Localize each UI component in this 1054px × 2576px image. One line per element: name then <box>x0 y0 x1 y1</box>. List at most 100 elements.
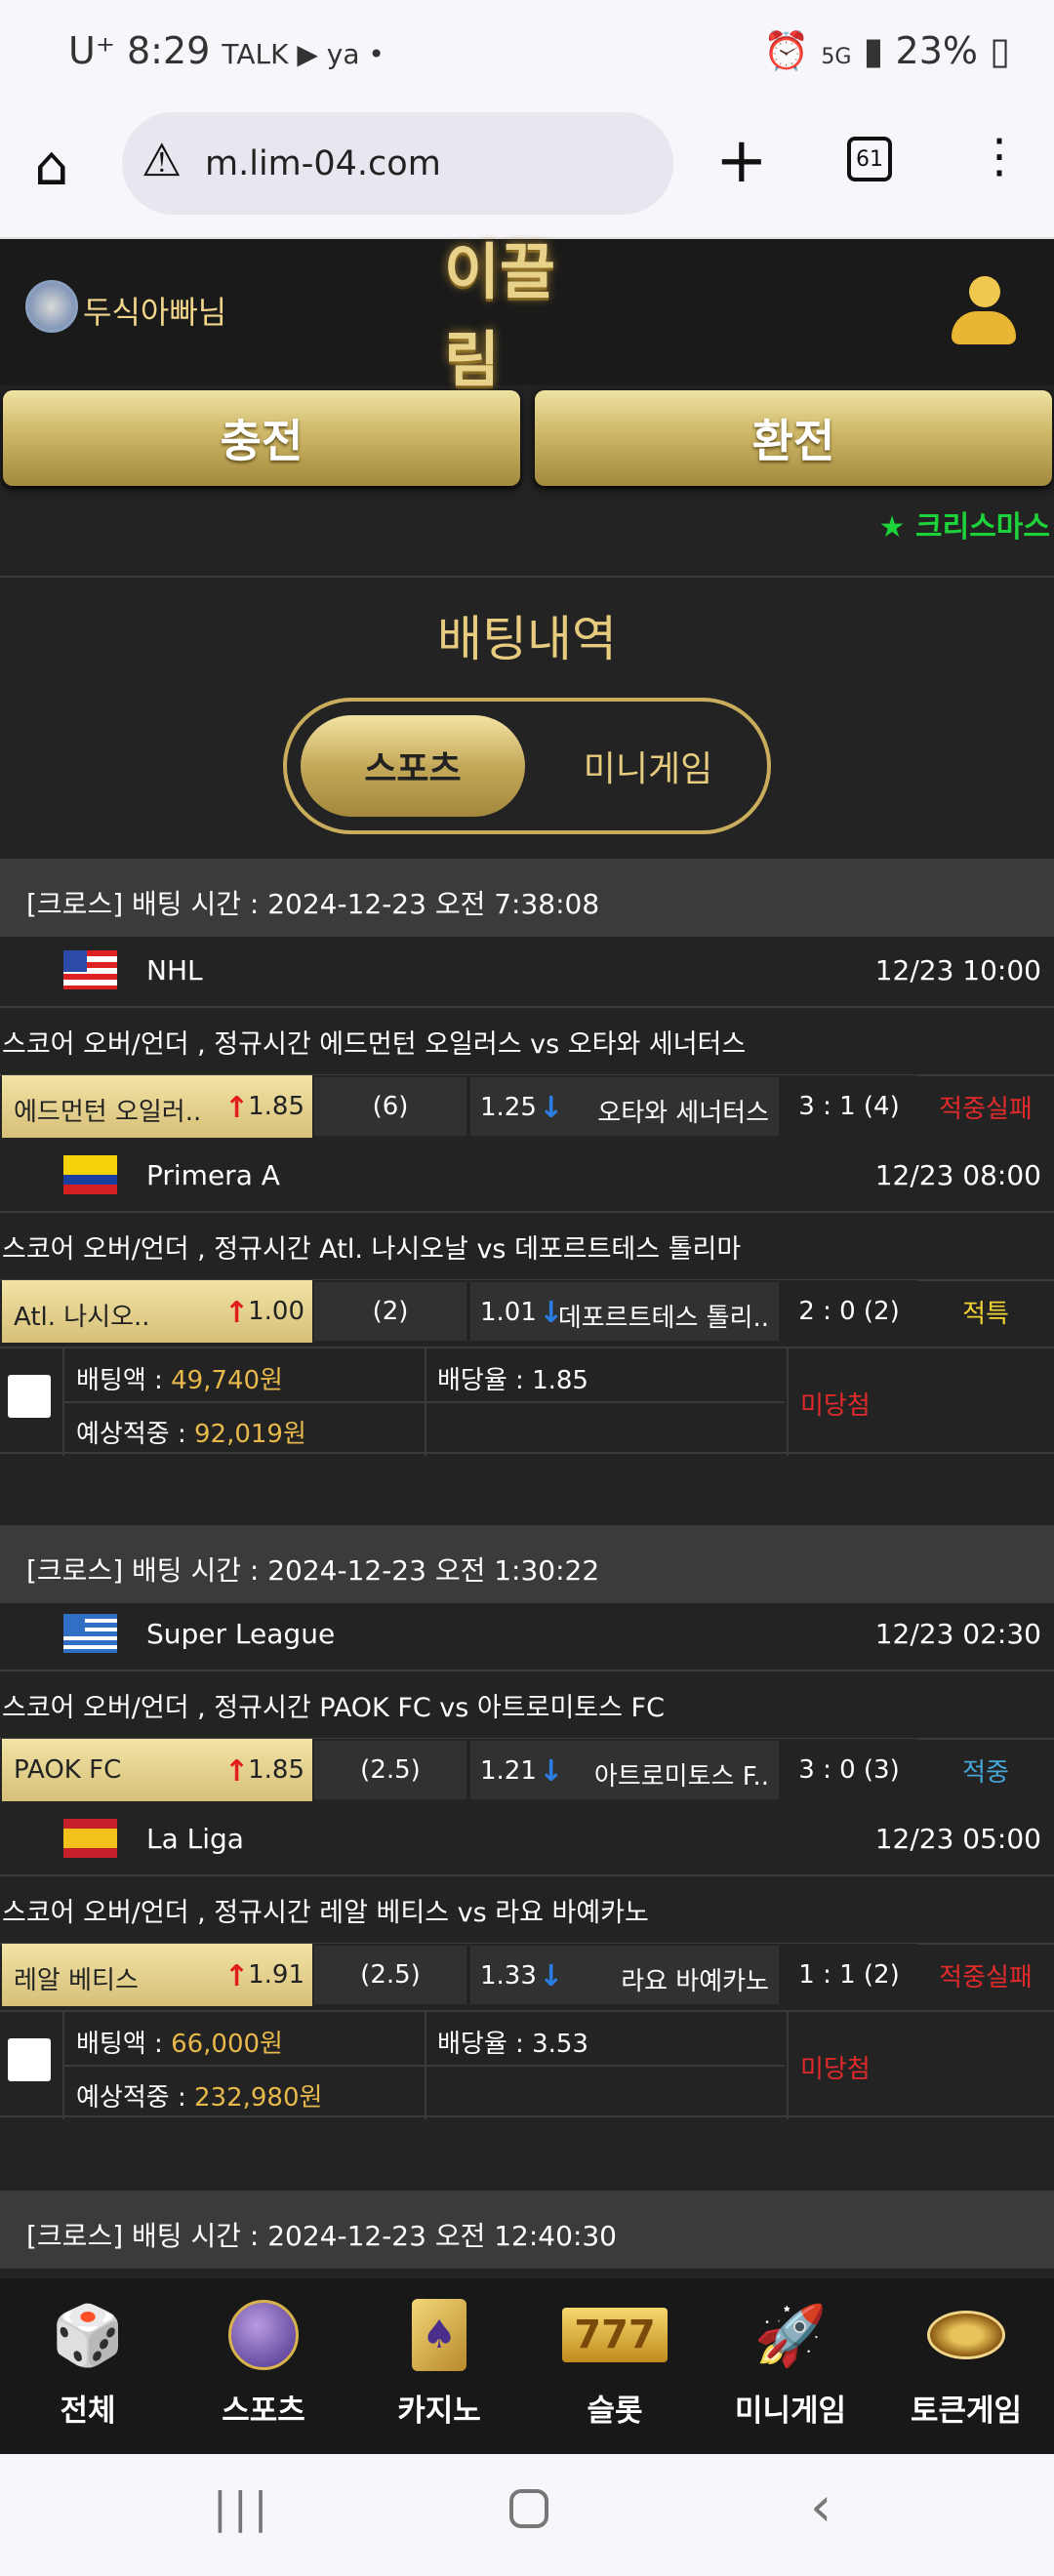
game-date: 12/23 10:00 <box>874 954 1041 986</box>
away-team: 오타와 세너터스 <box>597 1099 769 1128</box>
up-arrow-icon: ↑ <box>223 1959 249 1993</box>
status-right: ⏰ 5G ▮ 23% ▯ <box>763 29 1010 73</box>
away-pick[interactable]: 1.33 ↓ 라요 바예카노 <box>468 1944 781 2006</box>
bet-header: [크로스] 배팅 시간 : 2024-12-23 오전 12:40:30 <box>0 2191 1054 2269</box>
league-row: NHL 12/23 10:00 <box>0 935 1054 1008</box>
site-logo[interactable]: 이끌림 <box>444 236 610 395</box>
battery-icon: ▯ <box>990 29 1010 72</box>
home-odds: 1.91 <box>248 1960 304 1990</box>
alarm-icon: ⏰ <box>762 29 810 72</box>
bet-amount-label: 배팅액 : <box>76 1366 172 1395</box>
nav-label: 미니게임 <box>734 2394 847 2429</box>
game-result: 적중실패 <box>939 1962 1033 1992</box>
down-arrow-icon: ↓ <box>539 1754 564 1789</box>
game-date: 12/23 02:30 <box>874 1618 1041 1650</box>
greece-flag-icon <box>63 1614 117 1653</box>
colombia-flag-icon <box>63 1155 117 1194</box>
game-result: 적중 <box>962 1757 1009 1788</box>
rank-badge-icon <box>25 280 78 333</box>
tab-minigame[interactable]: 미니게임 <box>541 715 755 817</box>
game-result: 적특 <box>962 1299 1009 1329</box>
away-odds: 1.25 <box>480 1093 537 1122</box>
home-icon[interactable]: ⌂ <box>34 135 69 198</box>
nav-casino[interactable]: ♠ 카지노 <box>351 2278 527 2454</box>
expected-row: 예상적중 : 92,019원 <box>76 1414 306 1450</box>
home-pick[interactable]: PAOK FC ↑ 1.85 <box>2 1739 312 1801</box>
select-checkbox[interactable] <box>8 1375 51 1418</box>
line-value: (6) <box>312 1075 468 1138</box>
nav-slot[interactable]: 777 슬롯 <box>527 2278 703 2454</box>
odds-row-summary: 배당율 : 1.85 <box>437 1360 588 1396</box>
more-menu-icon[interactable]: ⋮ <box>976 129 1023 183</box>
network-icon: 5G <box>821 45 852 69</box>
deposit-button[interactable]: 충전 <box>3 390 520 486</box>
odds-label: 배당율 : <box>437 2030 533 2059</box>
tab-sports[interactable]: 스포츠 <box>301 715 525 817</box>
nav-label: 토큰게임 <box>910 2394 1023 2429</box>
home-team: 레알 베티스 <box>14 1966 139 1995</box>
nav-sports[interactable]: 스포츠 <box>176 2278 351 2454</box>
site-header: 두식아빠님 이끌림 <box>0 236 1054 395</box>
christmas-event-link[interactable]: ★ 크리스마스 <box>879 503 1050 545</box>
line-value: (2.5) <box>312 1944 468 2006</box>
away-odds: 1.33 <box>480 1961 537 1991</box>
recent-apps-icon[interactable]: ||| <box>213 2483 273 2533</box>
warning-icon[interactable]: ⚠ <box>142 134 182 186</box>
url-text[interactable]: m.lim-04.com <box>205 144 441 183</box>
bet-summary: 배팅액 : 66,000원 배당율 : 3.53 예상적중 : 232,980원… <box>0 2010 1054 2119</box>
total-odds: 1.85 <box>532 1366 588 1395</box>
bet-status: 미당첨 <box>800 1391 871 1421</box>
nav-minigame[interactable]: 🚀 미니게임 <box>703 2278 878 2454</box>
odds-row: 레알 베티스 ↑ 1.91 (2.5) 1.33 ↓ 라요 바예카노 1 : 1… <box>0 1942 1054 2008</box>
home-pick[interactable]: 에드먼턴 오일러.. ↑ 1.85 <box>2 1075 312 1138</box>
bet-summary: 배팅액 : 49,740원 배당율 : 1.85 예상적중 : 92,019원 … <box>0 1347 1054 1456</box>
system-nav-bar: ||| ‹ <box>0 2454 1054 2576</box>
select-checkbox[interactable] <box>8 2038 51 2081</box>
profile-icon[interactable] <box>952 276 1016 349</box>
home-team: 에드먼턴 오일러.. <box>14 1098 202 1127</box>
new-tab-icon[interactable]: + <box>715 125 768 197</box>
home-pick[interactable]: Atl. 나시오.. ↑ 1.00 <box>2 1280 312 1343</box>
bet-amount: 66,000원 <box>171 2030 283 2059</box>
home-nav-icon[interactable] <box>509 2489 548 2528</box>
away-pick[interactable]: 1.25 ↓ 오타와 세너터스 <box>468 1075 781 1138</box>
away-pick[interactable]: 1.01 ↓ 데포르트테스 톨리.. <box>468 1280 781 1343</box>
bet-amount: 49,740원 <box>171 1366 283 1395</box>
slot-icon: 777 <box>561 2296 669 2374</box>
status-time-group: U⁺ 8:29 TALK ▶ ya • <box>68 29 385 72</box>
browser-toolbar: ⌂ ⚠ m.lim-04.com + 61 ⋮ <box>0 107 1054 239</box>
total-odds: 3.53 <box>532 2030 588 2059</box>
withdraw-label: 환전 <box>751 415 835 467</box>
game-result: 적중실패 <box>939 1094 1033 1124</box>
divider <box>0 576 1054 578</box>
home-pick[interactable]: 레알 베티스 ↑ 1.91 <box>2 1944 312 2006</box>
dice-icon: 🎲 <box>51 2301 125 2370</box>
nav-label: 전체 <box>60 2394 116 2429</box>
tab-count-button[interactable]: 61 <box>847 137 892 181</box>
league-row: Super League 12/23 02:30 <box>0 1598 1054 1671</box>
back-icon[interactable]: ‹ <box>810 2475 831 2539</box>
odds-row-summary: 배당율 : 3.53 <box>437 2024 588 2060</box>
odds-row: PAOK FC ↑ 1.85 (2.5) 1.21 ↓ 아트로미토스 F.. 3… <box>0 1737 1054 1803</box>
nav-label: 슬롯 <box>587 2394 643 2429</box>
away-pick[interactable]: 1.21 ↓ 아트로미토스 F.. <box>468 1739 781 1801</box>
nav-token-game[interactable]: 토큰게임 <box>878 2278 1054 2454</box>
usa-flag-icon <box>63 950 117 989</box>
away-odds: 1.21 <box>480 1756 537 1786</box>
expected-payout: 232,980원 <box>193 2083 323 2113</box>
bet-amount-label: 배팅액 : <box>76 2030 172 2059</box>
up-arrow-icon: ↑ <box>223 1091 249 1125</box>
username[interactable]: 두식아빠님 <box>83 288 226 333</box>
league-row: Primera A 12/23 08:00 <box>0 1140 1054 1213</box>
up-arrow-icon: ↑ <box>223 1296 249 1330</box>
address-bar[interactable]: ⚠ m.lim-04.com <box>122 112 673 215</box>
clock-label: 8:29 <box>126 29 211 72</box>
status-bar: U⁺ 8:29 TALK ▶ ya • ⏰ 5G ▮ 23% ▯ <box>0 0 1054 107</box>
nav-all[interactable]: 🎲 전체 <box>0 2278 176 2454</box>
league-name: Primera A <box>146 1159 280 1191</box>
home-odds: 1.85 <box>248 1755 304 1785</box>
deposit-label: 충전 <box>220 415 304 467</box>
final-score: 2 : 0 (2) <box>781 1280 917 1343</box>
line-value: (2) <box>312 1280 468 1343</box>
withdraw-button[interactable]: 환전 <box>535 390 1052 486</box>
